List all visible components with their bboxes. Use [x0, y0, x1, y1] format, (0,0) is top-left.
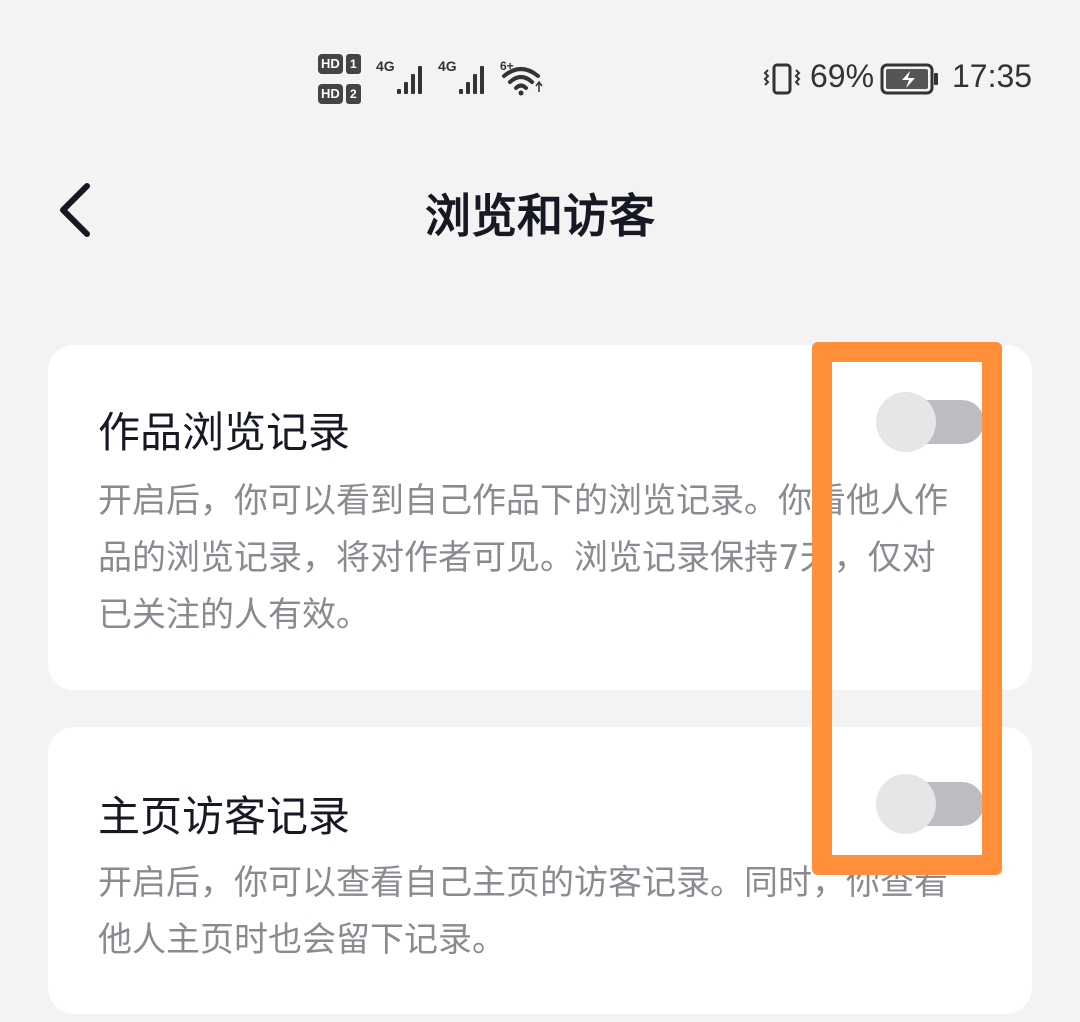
signal-label-2: 4G: [438, 58, 457, 74]
sim-indicators: HD 1 HD 2: [318, 52, 368, 108]
setting-title: 主页访客记录: [98, 792, 351, 841]
vibrate-icon: [762, 62, 802, 96]
signal-icon-sim1: 4G: [376, 58, 422, 94]
status-bar: HD 1 HD 2 4G 4G 6+ 69% 17:35: [0, 0, 1080, 150]
hd-badge-2: HD: [318, 84, 343, 104]
setting-title: 作品浏览记录: [98, 408, 351, 457]
setting-description: 开启后，你可以查看自己主页的访客记录。同时，你查看他人主页时也会留下记录。: [98, 863, 948, 960]
clock: 17:35: [952, 58, 1033, 94]
wifi-icon: 6+: [500, 58, 546, 96]
setting-description: 开启后，你可以看到自己作品下的浏览记录。你看他人作品的浏览记录，将对作者可见。浏…: [98, 481, 948, 635]
sim-number-2: 2: [345, 84, 361, 104]
sim-number-1: 1: [345, 54, 361, 74]
signal-icon-sim2: 4G: [438, 58, 484, 94]
toggle-knob: [876, 392, 936, 452]
hd-badge-1: HD: [318, 54, 343, 74]
work-views-toggle[interactable]: [876, 392, 984, 452]
toggle-knob: [876, 774, 936, 834]
signal-label-1: 4G: [376, 58, 395, 74]
profile-visitors-toggle[interactable]: [876, 774, 984, 834]
battery-percentage: 69%: [810, 58, 875, 94]
setting-card-profile-visitors: 主页访客记录 开启后，你可以查看自己主页的访客记录。同时，你查看他人主页时也会留…: [48, 727, 1032, 1014]
battery-charging-icon: [880, 62, 940, 96]
page-title: 浏览和访客: [425, 189, 655, 243]
setting-card-work-views: 作品浏览记录 开启后，你可以看到自己作品下的浏览记录。你看他人作品的浏览记录，将…: [48, 345, 1032, 690]
